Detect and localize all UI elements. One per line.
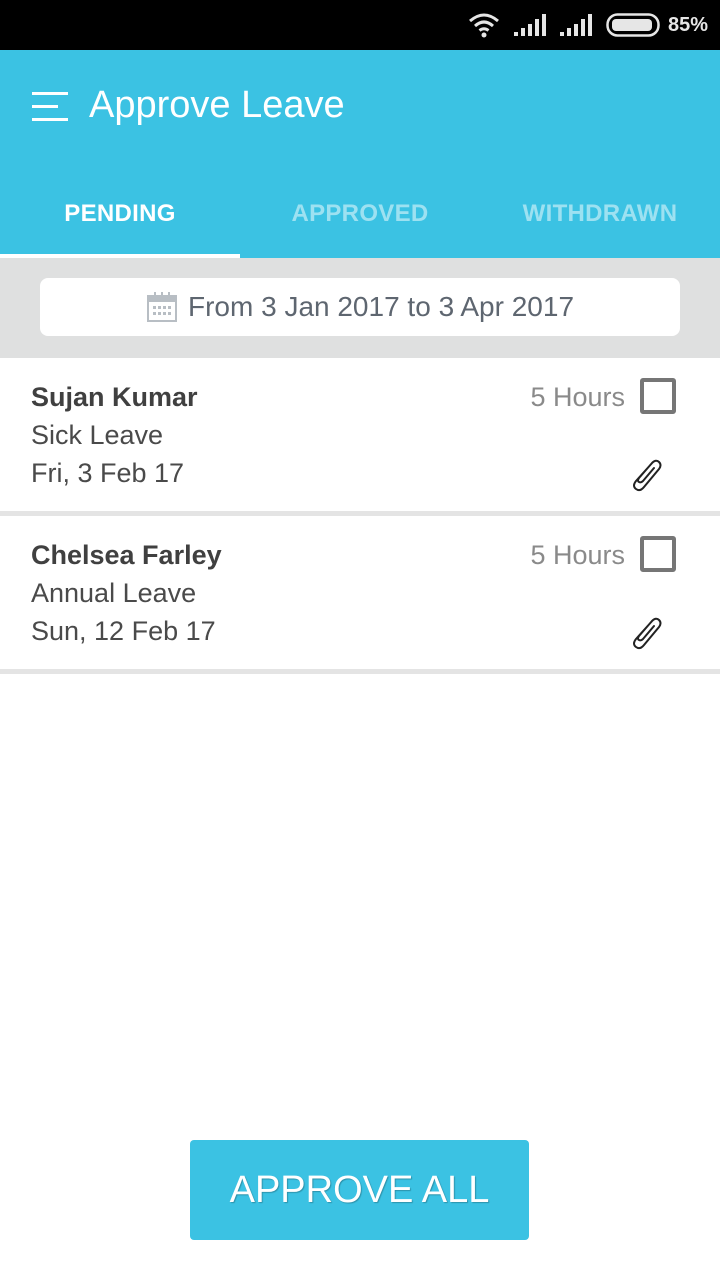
calendar-icon [146,291,178,323]
filter-area: From 3 Jan 2017 to 3 Apr 2017 [0,258,720,358]
leave-type: Annual Leave [31,578,197,608]
battery-percentage: 85% [667,13,708,36]
cell-signal-icon [513,14,546,36]
date-range-label: From 3 Jan 2017 to 3 Apr 2017 [187,291,575,322]
wifi-icon [468,12,500,38]
cell-signal-icon [559,14,592,36]
leave-date: Fri, 3 Feb 17 [31,458,185,488]
list-item[interactable]: Sujan Kumar Sick Leave Fri, 3 Feb 17 5 H… [0,358,720,516]
tab-withdrawn[interactable]: WITHDRAWN [480,170,720,258]
select-checkbox[interactable] [640,378,676,414]
app-bar: Approve Leave PENDING APPROVED WITHDRAWN [0,50,720,258]
tab-bar: PENDING APPROVED WITHDRAWN [0,170,720,258]
date-range-filter[interactable]: From 3 Jan 2017 to 3 Apr 2017 [40,278,680,336]
tab-approved[interactable]: APPROVED [240,170,480,258]
leave-date: Sun, 12 Feb 17 [31,616,216,646]
paperclip-icon[interactable] [626,612,666,652]
battery-icon [606,13,660,37]
leave-request-list: Sujan Kumar Sick Leave Fri, 3 Feb 17 5 H… [0,358,720,674]
employee-name: Chelsea Farley [31,540,222,570]
page-title: Approve Leave [89,84,345,126]
status-bar: 85% [0,0,720,50]
paperclip-icon[interactable] [626,454,666,494]
leave-duration: 5 Hours [530,540,625,570]
list-item[interactable]: Chelsea Farley Annual Leave Sun, 12 Feb … [0,516,720,674]
approve-all-button[interactable]: APPROVE ALL [190,1140,529,1240]
leave-duration: 5 Hours [530,382,625,412]
select-checkbox[interactable] [640,536,676,572]
tab-pending[interactable]: PENDING [0,170,240,258]
leave-type: Sick Leave [31,420,164,450]
employee-name: Sujan Kumar [31,382,198,412]
hamburger-menu-icon[interactable] [32,92,68,122]
